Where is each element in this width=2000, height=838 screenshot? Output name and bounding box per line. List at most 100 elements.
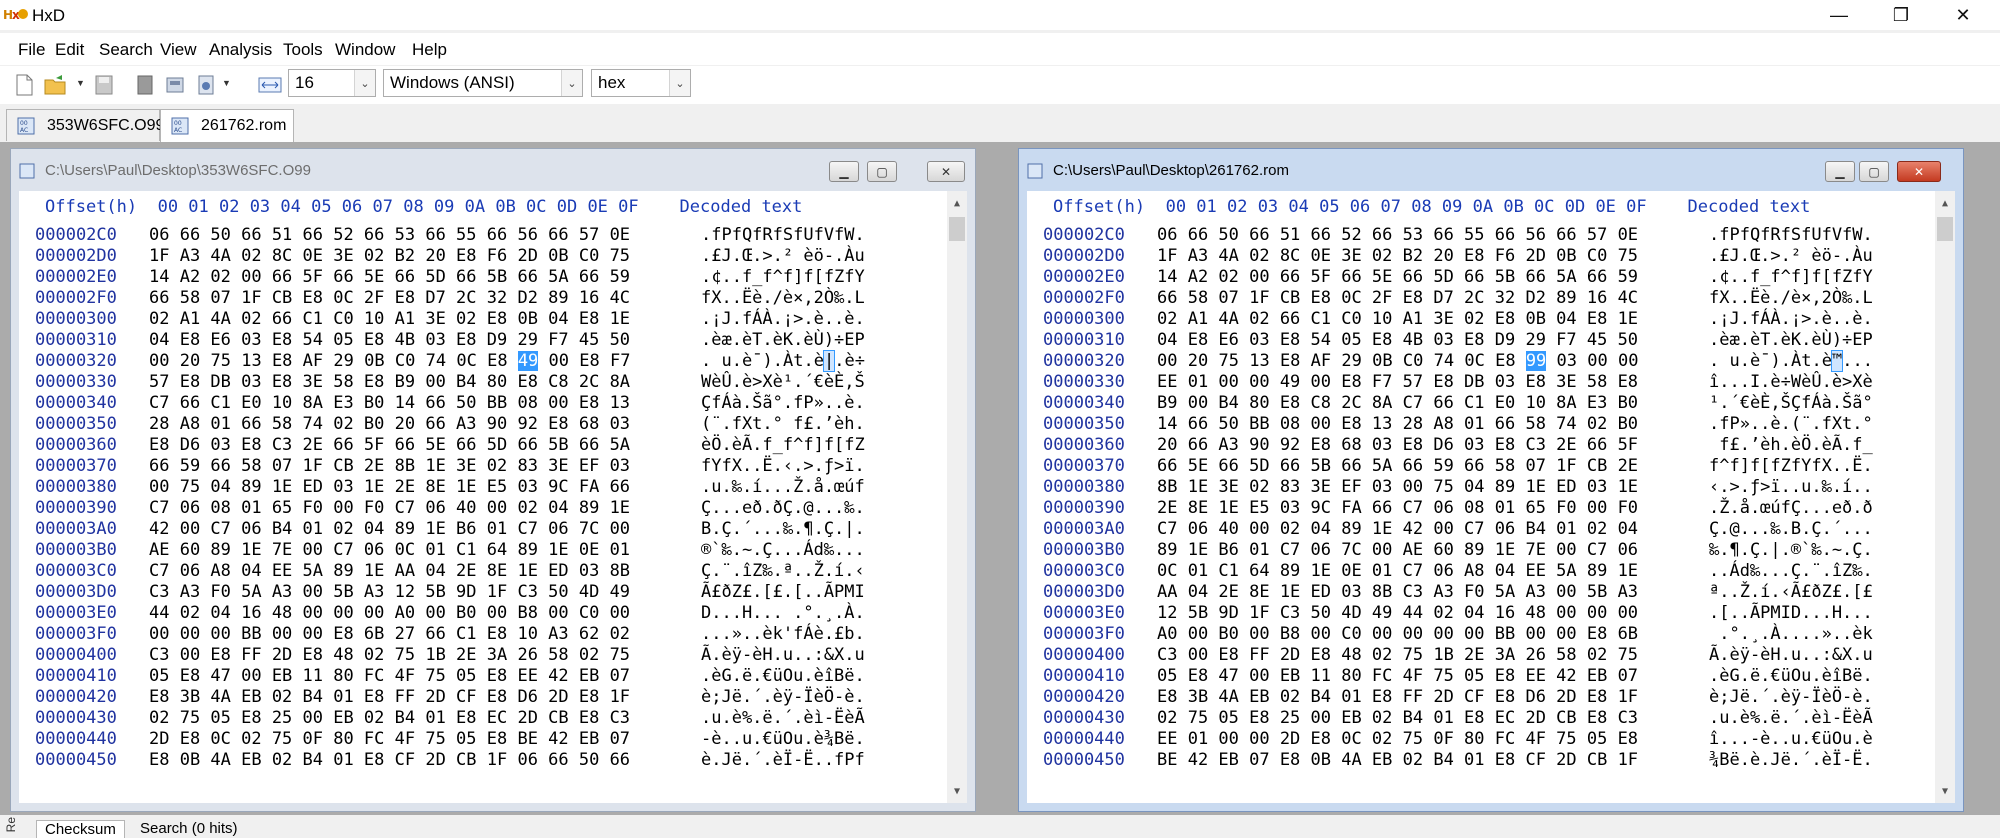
scroll-up-icon[interactable]: ▲	[947, 193, 967, 213]
decoded-text[interactable]: è;Jë.´.èÿ-ÏèÖ-è.	[1709, 687, 1873, 707]
window-title-bar[interactable]: C:\Users\Paul\Desktop\261762.rom ▁ ▢ ✕	[1019, 149, 1963, 191]
scroll-down-icon[interactable]: ▼	[1935, 781, 1955, 801]
menu-tools[interactable]: Tools	[283, 40, 323, 60]
decoded-text[interactable]: WèÛ.è>Xè¹.´€èÈ,Š	[701, 372, 865, 392]
decoded-text[interactable]: ®`‰.~.Ç...Ád‰...	[701, 540, 865, 560]
disk-editor-icon[interactable]	[165, 74, 185, 96]
selected-byte[interactable]: 49	[517, 351, 539, 371]
decoded-text[interactable]: î...I.è÷WèÛ.è>Xè	[1709, 372, 1873, 392]
offset-base-select[interactable]: hex ⌄	[591, 69, 691, 97]
decoded-char[interactable]: .	[1709, 351, 1719, 371]
decoded-text[interactable]: fX..Ëè./è×,2Ò‰.L	[701, 288, 865, 308]
selected-byte[interactable]: 99	[1525, 351, 1547, 371]
decoded-char[interactable]: è	[814, 351, 824, 371]
hex-byte[interactable]: E8	[579, 351, 599, 371]
window-close-button[interactable]: ✕	[927, 161, 965, 182]
decoded-text[interactable]: f^f]f[fZfYfX..Ë.	[1709, 456, 1873, 476]
decoded-char[interactable]: è	[1750, 351, 1760, 371]
hex-byte[interactable]: 29	[1341, 351, 1361, 371]
decoded-text[interactable]: Ã.èÿ-èH.u..:&X.u	[1709, 645, 1873, 665]
hex-bytes[interactable]: 02 A1 4A 02 66 C1 C0 10 A1 3E 02 E8 0B 0…	[1157, 309, 1638, 329]
hex-bytes[interactable]: 1F A3 4A 02 8C 0E 3E 02 B2 20 E8 F6 2D 0…	[149, 246, 630, 266]
menu-analysis[interactable]: Analysis	[209, 40, 272, 60]
open-file-icon[interactable]	[44, 74, 70, 96]
window-maximize-button[interactable]: ▢	[1859, 161, 1889, 182]
hex-byte[interactable]: E8	[1280, 351, 1300, 371]
hex-bytes[interactable]: B9 00 B4 80 E8 C8 2C 8A C7 66 C1 E0 10 8…	[1157, 393, 1638, 413]
decoded-text[interactable]: ¾Bë.è.Jë.´.èÏ-Ë.	[1709, 750, 1873, 770]
hex-byte[interactable]: E8	[487, 351, 507, 371]
hex-byte[interactable]: 74	[426, 351, 446, 371]
hex-bytes[interactable]: 2E 8E 1E E5 03 9C FA 66 C7 06 08 01 65 F…	[1157, 498, 1638, 518]
scroll-thumb[interactable]	[949, 217, 965, 241]
hex-bytes[interactable]: BE 42 EB 07 E8 0B 4A EB 02 B4 01 E8 CF 2…	[1157, 750, 1638, 770]
menu-window[interactable]: Window	[335, 40, 395, 60]
hex-bytes[interactable]: C7 66 C1 E0 10 8A E3 B0 14 66 50 BB 08 0…	[149, 393, 630, 413]
decoded-char[interactable]: t	[793, 351, 803, 371]
window-minimize-button[interactable]: ▁	[1825, 161, 1855, 182]
hex-bytes[interactable]: 66 5E 66 5D 66 5B 66 5A 66 59 66 58 07 1…	[1157, 456, 1638, 476]
decoded-text[interactable]: ÇfÁà.Šã°.fP»..è.	[701, 393, 865, 413]
hex-byte[interactable]: 20	[1188, 351, 1208, 371]
tab-checksum[interactable]: Checksum	[36, 820, 125, 838]
decoded-text[interactable]: .u.‰.í...Ž.å.œúf	[701, 477, 865, 497]
decoded-text[interactable]: Ç.¨.îZ‰.ª..Ž.í.‹	[701, 561, 865, 581]
hex-byte[interactable]: 75	[1218, 351, 1238, 371]
hex-bytes[interactable]: C3 00 E8 FF 2D E8 48 02 75 1B 2E 3A 26 5…	[1157, 645, 1638, 665]
decoded-char[interactable]: è	[1822, 351, 1832, 371]
decoded-char[interactable]	[711, 351, 721, 371]
decoded-char[interactable]	[1719, 351, 1729, 371]
hex-bytes[interactable]: 89 1E B6 01 C7 06 7C 00 AE 60 89 1E 7E 0…	[1157, 540, 1638, 560]
hex-bytes[interactable]: E8 3B 4A EB 02 B4 01 E8 FF 2D CF E8 D6 2…	[1157, 687, 1638, 707]
hex-bytes[interactable]: EE 01 00 00 2D E8 0C 02 75 0F 80 FC 4F 7…	[1157, 729, 1638, 749]
hex-bytes[interactable]: C7 06 08 01 65 F0 00 F0 C7 06 40 00 02 0…	[149, 498, 630, 518]
hex-bytes[interactable]: 14 A2 02 00 66 5F 66 5E 66 5D 66 5B 66 5…	[1157, 267, 1638, 287]
hex-byte[interactable]: E8	[272, 351, 292, 371]
decoded-text[interactable]: ª..Ž.í.‹Ã£ðZ£.[£	[1709, 582, 1873, 602]
decoded-text[interactable]: ¹.´€èÈ,ŠÇfÁà.Šã°	[1709, 393, 1873, 413]
hex-bytes[interactable]: 1F A3 4A 02 8C 0E 3E 02 B2 20 E8 F6 2D 0…	[1157, 246, 1638, 266]
decoded-char[interactable]: .	[1740, 351, 1750, 371]
decoded-char[interactable]: .	[1853, 351, 1863, 371]
hex-bytes[interactable]: 05 E8 47 00 EB 11 80 FC 4F 75 05 E8 EE 4…	[149, 666, 630, 686]
hex-byte[interactable]: 0C	[1464, 351, 1484, 371]
hex-bytes[interactable]: E8 D6 03 E8 C3 2E 66 5F 66 5E 66 5D 66 5…	[149, 435, 630, 455]
decoded-char[interactable]: À	[783, 351, 793, 371]
vertical-scrollbar[interactable]: ▲ ▼	[947, 191, 967, 803]
decoded-char[interactable]: u	[722, 351, 732, 371]
decoded-text[interactable]: Ç.@...‰.B.Ç.´...	[1709, 519, 1873, 539]
hex-bytes[interactable]: E8 0B 4A EB 02 B4 01 E8 CF 2D CB 1F 06 6…	[149, 750, 630, 770]
hex-byte[interactable]: 0B	[364, 351, 384, 371]
decoded-text[interactable]: ‹.>.ƒ>ï..u.‰.í..	[1709, 477, 1873, 497]
hex-byte[interactable]: AF	[1311, 351, 1331, 371]
decoded-char[interactable]: .	[773, 351, 783, 371]
open-dropdown-icon[interactable]: ▼	[76, 78, 85, 88]
hex-bytes[interactable]: 14 66 50 BB 08 00 E8 13 28 A8 01 66 58 7…	[1157, 414, 1638, 434]
hex-bytes[interactable]: 57 E8 DB 03 E8 3E 58 E8 B9 00 B4 80 E8 C…	[149, 372, 630, 392]
hex-byte[interactable]: 03	[1557, 351, 1577, 371]
hex-bytes[interactable]: 66 58 07 1F CB E8 0C 2F E8 D7 2C 32 D2 8…	[1157, 288, 1638, 308]
hex-bytes[interactable]: C7 06 40 00 02 04 89 1E 42 00 C7 06 B4 0…	[1157, 519, 1638, 539]
restore-button[interactable]: ❐	[1878, 0, 1924, 30]
hex-byte[interactable]: 00	[1157, 351, 1177, 371]
decoded-char[interactable]: À	[1791, 351, 1801, 371]
decoded-text[interactable]: ‰.¶.Ç.|.®`‰.~.Ç.	[1709, 540, 1873, 560]
selected-char[interactable]: ™	[1830, 350, 1844, 372]
new-file-icon[interactable]	[14, 74, 34, 96]
hex-bytes[interactable]: C3 00 E8 FF 2D E8 48 02 75 1B 2E 3A 26 5…	[149, 645, 630, 665]
hex-bytes[interactable]: 00 75 04 89 1E ED 03 1E 2E 8E 1E E5 03 9…	[149, 477, 630, 497]
save-icon[interactable]	[94, 74, 114, 96]
hex-bytes[interactable]: 14 A2 02 00 66 5F 66 5E 66 5D 66 5B 66 5…	[149, 267, 630, 287]
hex-byte[interactable]: 75	[210, 351, 230, 371]
bytes-per-row-select[interactable]: 16 ⌄	[288, 69, 376, 97]
decoded-text[interactable]: è.Jë.´.èÏ-Ë..fPf	[701, 750, 865, 770]
hex-bytes[interactable]: 42 00 C7 06 B4 01 02 04 89 1E B6 01 C7 0…	[149, 519, 630, 539]
decoded-char[interactable]: .	[1781, 351, 1791, 371]
hex-view[interactable]: Offset(h) 00 01 02 03 04 05 06 07 08 09 …	[19, 191, 967, 803]
hex-bytes[interactable]: A0 00 B0 00 B8 00 C0 00 00 00 00 BB 00 0…	[1157, 624, 1638, 644]
decoded-text[interactable]: (¨.fXt.° f£.’èh.	[701, 414, 865, 434]
decoded-text[interactable]: èÖ.èÃ.f_f^f]f[fZ	[701, 435, 865, 455]
decoded-char[interactable]: u	[1730, 351, 1740, 371]
properties-icon[interactable]	[135, 74, 155, 96]
decoded-text[interactable]: .Ž.å.œúfÇ...eð.ð	[1709, 498, 1873, 518]
